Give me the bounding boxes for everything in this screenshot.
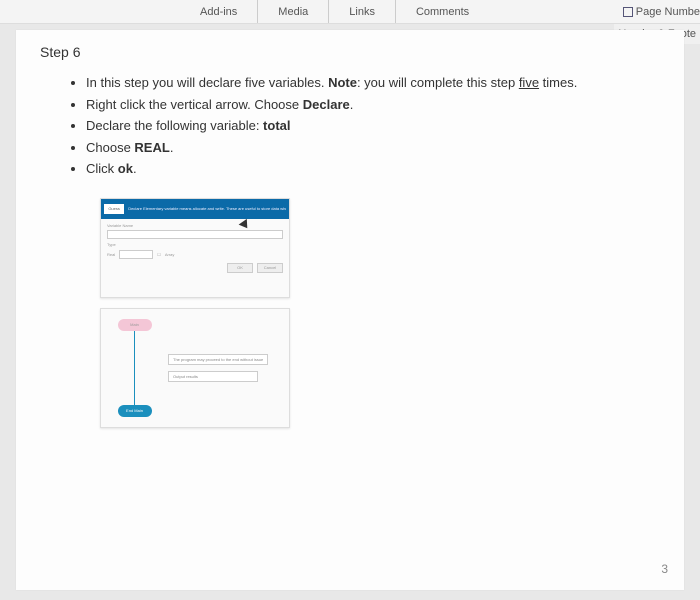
list-item: Declare the following variable: total [86, 117, 660, 135]
ribbon-links[interactable]: Links [328, 0, 395, 23]
dialog-header: Guess Declare Elementary variable means … [101, 199, 289, 219]
field-label: Real [107, 252, 115, 257]
ok-button: OK [227, 263, 253, 273]
ribbon: Add-ins Media Links Comments [0, 0, 700, 24]
type-input [119, 250, 153, 259]
thumbnail-column: Guess Declare Elementary variable means … [100, 198, 660, 428]
document-body: Step 6 In this step you will declare fiv… [16, 30, 684, 590]
list-item: Click ok. [86, 160, 660, 178]
flowchart-notes: The program may proceed to the end witho… [162, 315, 283, 421]
list-item: Right click the vertical arrow. Choose D… [86, 96, 660, 114]
cursor-icon [239, 221, 251, 237]
cancel-button: Cancel [257, 263, 283, 273]
ribbon-addins[interactable]: Add-ins [170, 0, 257, 23]
ribbon-right: Page Numbe [623, 0, 700, 24]
page-number-icon [623, 7, 633, 17]
flowchart-thumbnail: Main End Main The program may proceed to… [100, 308, 290, 428]
ribbon-comments[interactable]: Comments [395, 0, 489, 23]
name-input [107, 230, 283, 239]
field-label: Variable Name [107, 223, 283, 228]
declare-dialog-thumbnail: Guess Declare Elementary variable means … [100, 198, 290, 298]
start-terminal: Main [118, 319, 152, 331]
flowchart-lane: Main End Main [107, 315, 162, 421]
page-number-button[interactable]: Page Numbe [623, 6, 700, 18]
list-item: In this step you will declare five varia… [86, 74, 660, 92]
ribbon-media[interactable]: Media [257, 0, 328, 23]
instruction-list: In this step you will declare five varia… [40, 74, 660, 178]
note-box: The program may proceed to the end witho… [168, 354, 268, 365]
note-box: Output results [168, 371, 258, 382]
step-title: Step 6 [40, 44, 660, 60]
checkbox-label: Array [165, 252, 175, 257]
field-label: Type [107, 242, 116, 247]
dialog-header-text: Declare Elementary variable means alloca… [128, 207, 286, 211]
page-corner-number: 3 [661, 562, 668, 576]
page-number-label: Page Numbe [636, 6, 700, 18]
list-item: Choose REAL. [86, 139, 660, 157]
end-terminal: End Main [118, 405, 152, 417]
dialog-header-button: Guess [104, 204, 124, 214]
flow-line [134, 331, 135, 405]
